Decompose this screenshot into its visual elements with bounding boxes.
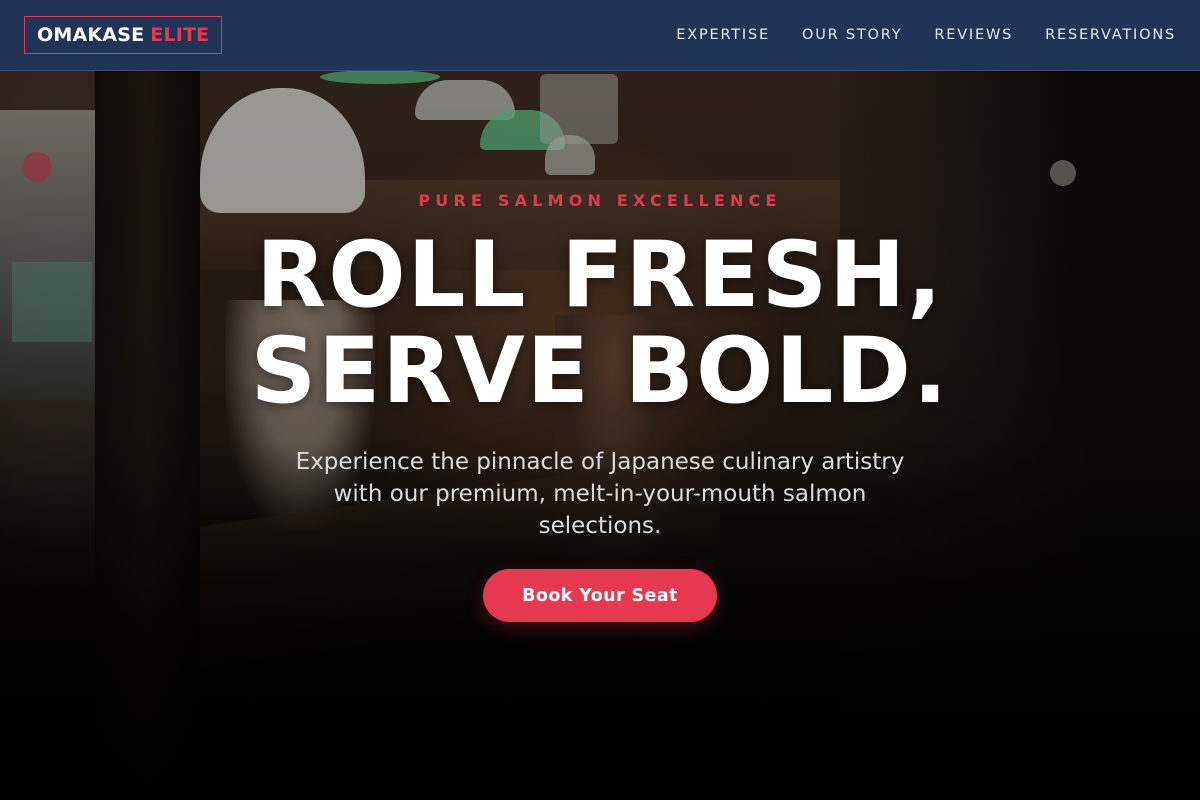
hero-eyebrow: PURE SALMON EXCELLENCE	[418, 191, 782, 210]
nav-link-reservations[interactable]: RESERVATIONS	[1045, 27, 1176, 43]
nav-link-expertise[interactable]: EXPERTISE	[676, 27, 770, 43]
logo-accent-text: ELITE	[150, 24, 210, 46]
book-seat-button[interactable]: Book Your Seat	[483, 569, 717, 622]
nav-link-our-story[interactable]: OUR STORY	[802, 27, 902, 43]
hero-subtitle: Experience the pinnacle of Japanese culi…	[295, 449, 905, 539]
nav-links: EXPERTISE OUR STORY REVIEWS RESERVATIONS	[676, 27, 1176, 43]
hero-section: PURE SALMON EXCELLENCE ROLL FRESH, SERVE…	[0, 0, 1200, 800]
hero-headline: ROLL FRESH, SERVE BOLD.	[0, 228, 1200, 420]
hero-headline-line: SERVE BOLD.	[250, 319, 950, 424]
logo-text: OMAKASE	[37, 24, 145, 46]
hero-headline-line: ROLL FRESH,	[256, 223, 944, 328]
nav-link-reviews[interactable]: REVIEWS	[934, 27, 1013, 43]
brand-logo[interactable]: OMAKASE ELITE	[24, 16, 223, 54]
navbar: OMAKASE ELITE EXPERTISE OUR STORY REVIEW…	[0, 0, 1200, 71]
